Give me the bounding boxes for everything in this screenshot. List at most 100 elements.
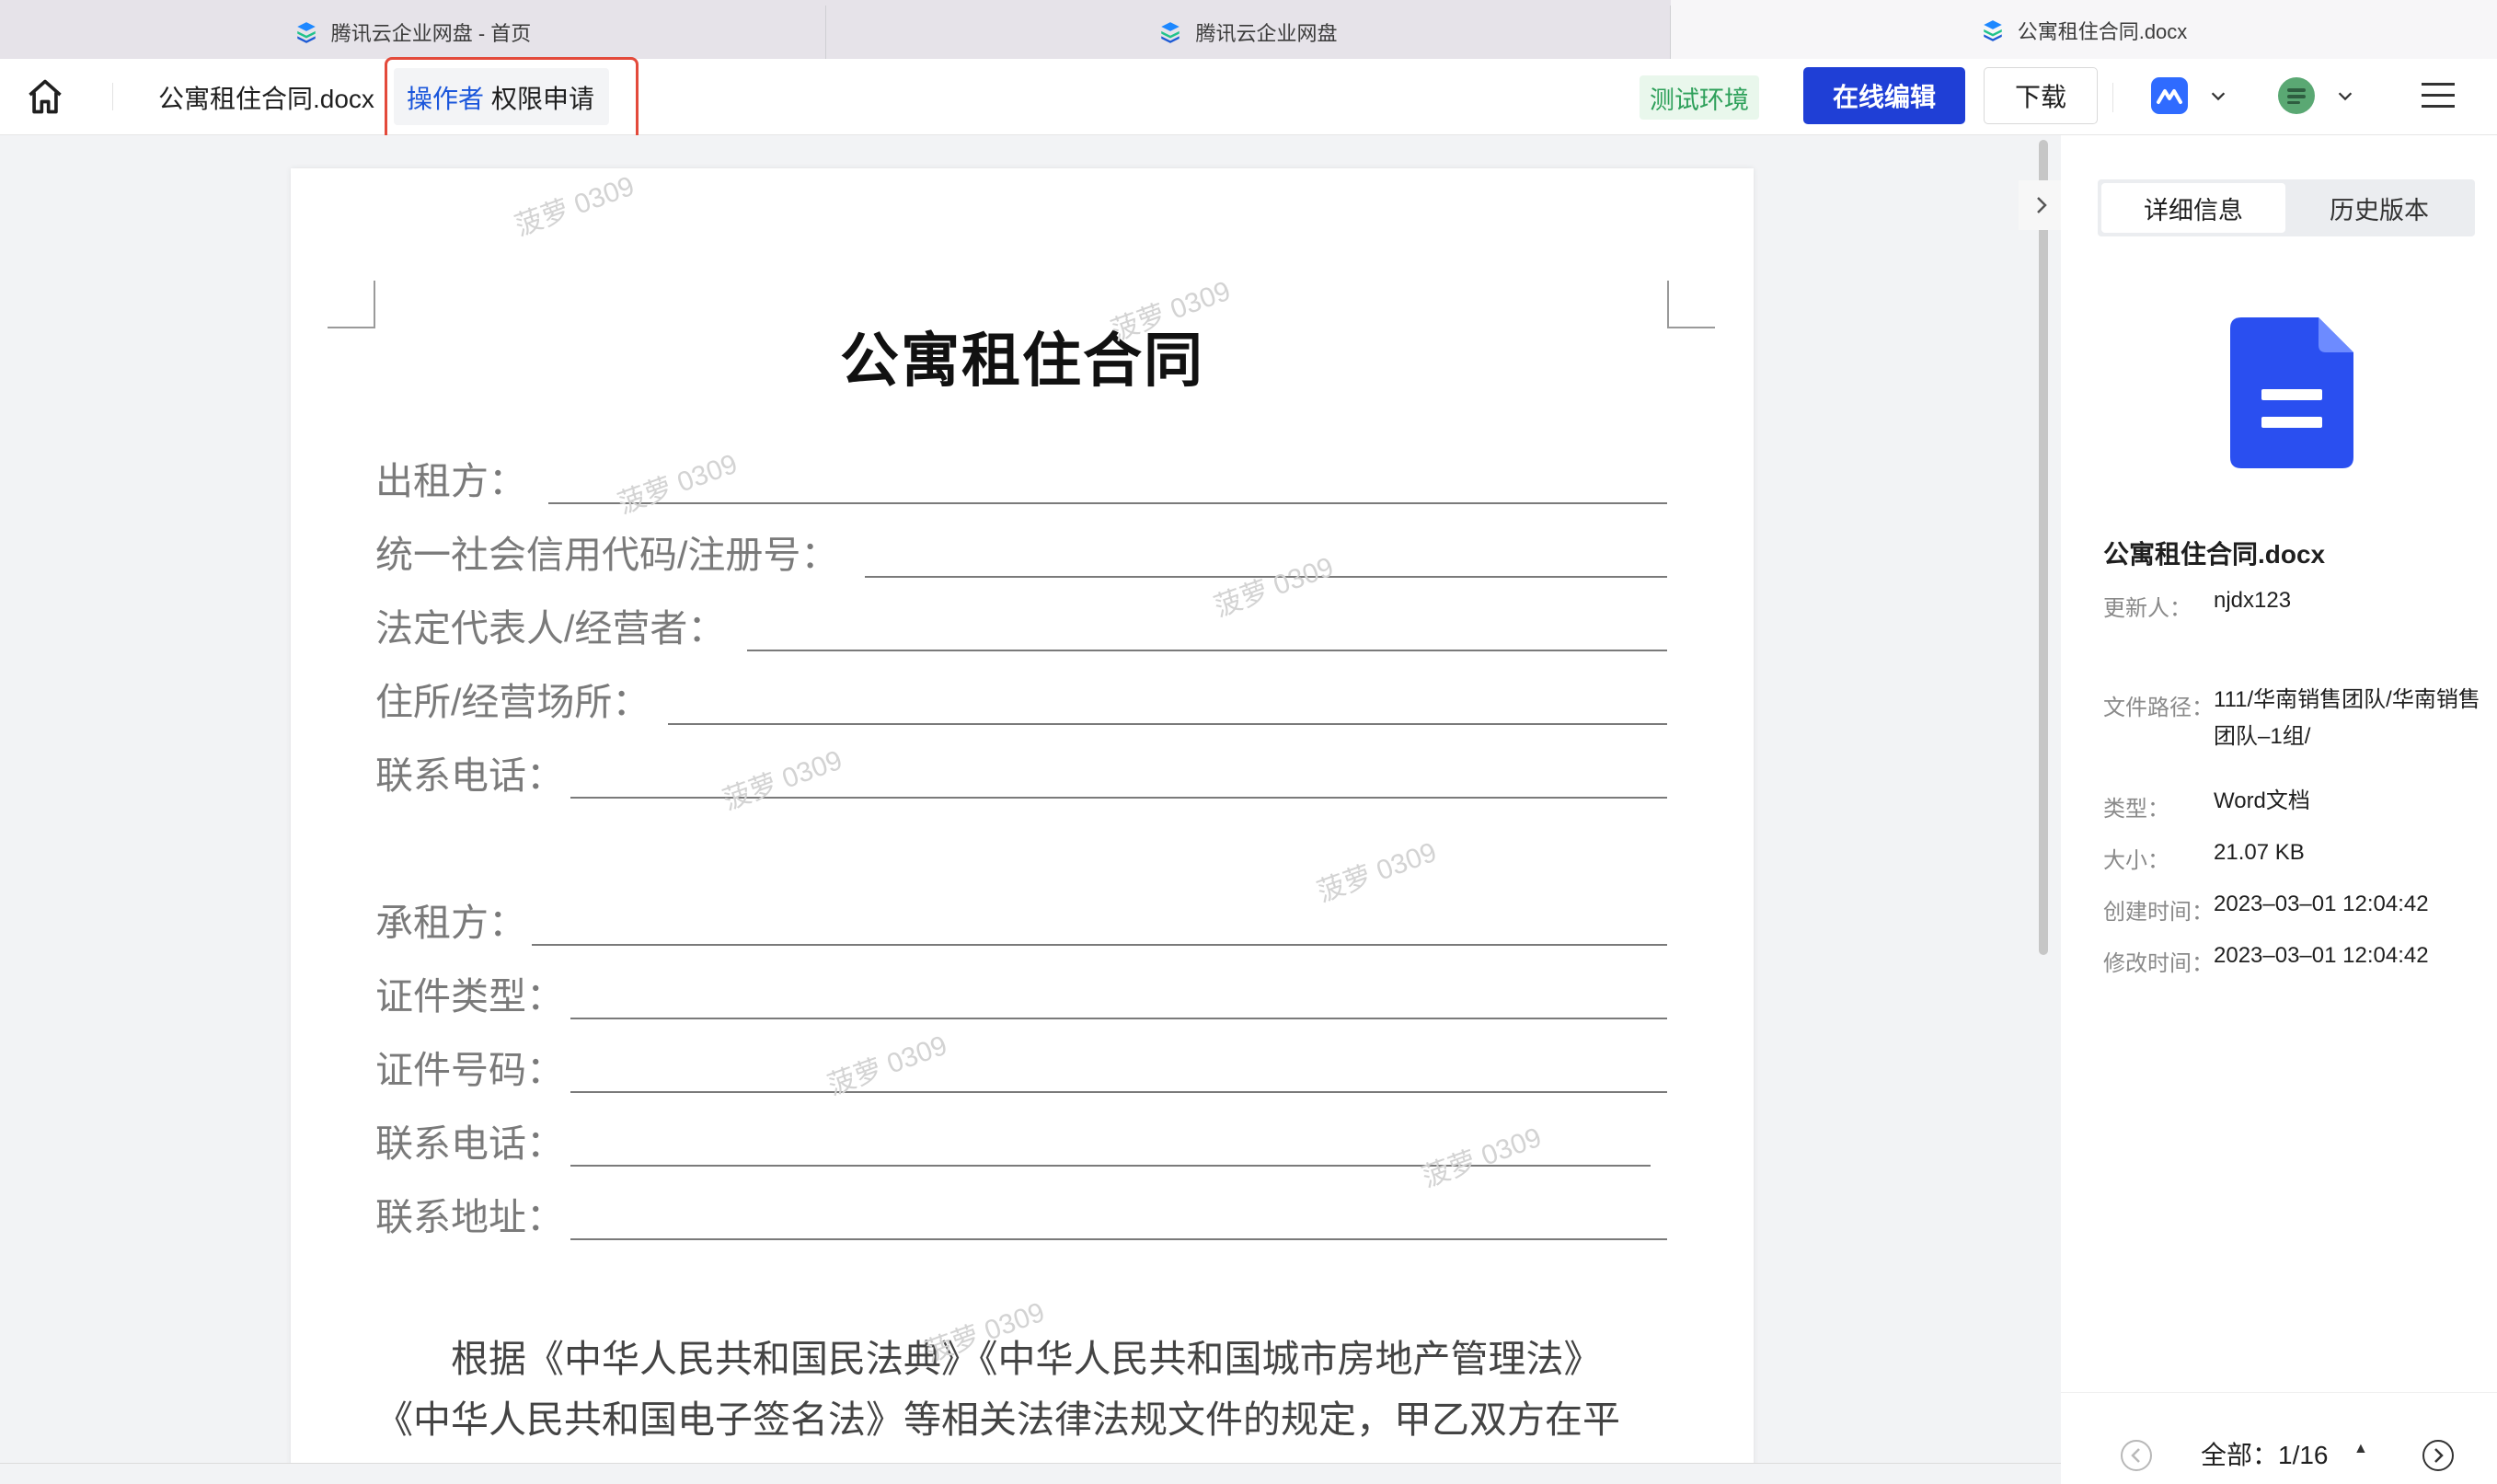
field-underline (570, 1091, 1667, 1093)
field-underline (548, 502, 1667, 504)
home-icon (29, 79, 62, 114)
field-label: 证件号码： (375, 1049, 564, 1091)
info-label: 创建时间： (2103, 900, 2214, 925)
field-underline (570, 1018, 1667, 1019)
home-button[interactable] (20, 72, 70, 121)
status-strip (0, 1463, 2061, 1484)
page-navigator: 全部：1/16 ▲ (2061, 1392, 2497, 1484)
info-value: 2023–03–01 12:04:42 (2214, 943, 2429, 968)
info-updater: 更新人： njdx123 (2103, 588, 2480, 622)
field-underline (532, 944, 1667, 946)
info-label: 修改时间： (2103, 951, 2214, 976)
app-toolbar: 公寓租住合同.docx 操作者 权限申请 测试环境 在线编辑 下载 (0, 57, 2497, 144)
vertical-scrollbar[interactable] (2039, 140, 2048, 955)
info-created: 创建时间： 2023–03–01 12:04:42 (2103, 892, 2480, 926)
chevron-down-icon (2338, 92, 2353, 101)
field-label: 住所/经营场所： (375, 681, 650, 723)
avatar (2278, 77, 2315, 114)
info-value: 2023–03–01 12:04:42 (2214, 892, 2429, 916)
form-field-row: 联系电话： (375, 1112, 564, 1168)
field-label: 联系电话： (375, 754, 564, 797)
browser-tab-drive[interactable]: 腾讯云企业网盘 (826, 6, 1671, 59)
tencent-cloud-drive-icon (1161, 22, 1180, 43)
watermark: 菠萝 0309 (511, 170, 639, 242)
browser-tab-bar: 腾讯云企业网盘 - 首页 腾讯云企业网盘 公寓租住合同.docx (0, 0, 2497, 60)
word-document-icon (2230, 317, 2353, 468)
watermark: 菠萝 0309 (1210, 551, 1338, 623)
field-underline (747, 650, 1667, 651)
field-label: 证件类型： (375, 975, 564, 1018)
info-value: 21.07 KB (2214, 840, 2305, 865)
body-paragraph-line: 根据《中华人民共和国民法典》《中华人民共和国城市房地产管理法》 (451, 1338, 1602, 1380)
page-count[interactable]: 全部：1/16 (2201, 1435, 2329, 1472)
permission-request-text: 权限申请 (491, 85, 595, 113)
form-field-row: 联系地址： (375, 1186, 564, 1241)
field-underline (570, 1238, 1667, 1240)
document-viewer[interactable]: 公寓租住合同 出租方： 统一社会信用代码/注册号： 法定代表人/经营者： 住所/… (0, 135, 2061, 1483)
form-field-row: 证件号码： (375, 1039, 564, 1094)
toolbar-divider (112, 83, 113, 110)
watermark: 菠萝 0309 (719, 744, 846, 816)
hamburger-menu-icon (2422, 83, 2455, 108)
info-type: 类型： Word文档 (2103, 788, 2480, 823)
browser-tab-home[interactable]: 腾讯云企业网盘 - 首页 (0, 6, 826, 59)
watermark: 菠萝 0309 (1418, 1122, 1546, 1193)
chevron-right-icon (2037, 197, 2047, 213)
watermark: 菠萝 0309 (614, 448, 742, 520)
document-title: 公寓租住合同.docx (158, 85, 374, 113)
info-value: 111/华南销售团队/华南销售团队–1组/ (2214, 687, 2480, 749)
info-size: 大小： 21.07 KB (2103, 840, 2480, 874)
field-underline (668, 723, 1667, 725)
tencent-meeting-icon (2151, 77, 2188, 114)
form-field-row: 证件类型： (375, 965, 564, 1020)
download-button[interactable]: 下载 (1984, 67, 2098, 124)
info-label: 文件路径： (2103, 696, 2214, 720)
info-value: njdx123 (2214, 588, 2292, 613)
app-switcher[interactable] (2149, 75, 2228, 116)
contract-title: 公寓租住合同 (840, 328, 1204, 394)
file-details-panel: 详细信息 历史版本 公寓租住合同.docx 更新人： njdx123 文件路径：… (2061, 135, 2497, 1484)
field-label: 联系电话： (375, 1122, 564, 1165)
form-field-row: 住所/经营场所： (375, 671, 650, 726)
field-label: 联系地址： (375, 1196, 564, 1238)
user-menu[interactable] (2276, 75, 2355, 116)
watermark: 菠萝 0309 (1313, 836, 1441, 908)
toolbar-divider (2112, 83, 2113, 112)
form-field-row: 统一社会信用代码/注册号： (375, 523, 838, 579)
tab-title: 腾讯云企业网盘 - 首页 (330, 22, 532, 45)
info-label: 更新人： (2103, 596, 2192, 621)
info-value: Word文档 (2214, 788, 2310, 813)
field-label: 统一社会信用代码/注册号： (375, 534, 839, 576)
form-field-row: 承租方： (375, 892, 526, 947)
tencent-cloud-drive-icon (1983, 19, 2002, 41)
body-paragraph-line: 《中华人民共和国电子签名法》等相关法律法规文件的规定，甲乙双方在平 (375, 1398, 1620, 1441)
tab-history[interactable]: 历史版本 (2287, 183, 2471, 233)
info-label: 大小： (2103, 848, 2169, 873)
info-path: 文件路径： 111/华南销售团队/华南销售团队–1组/ (2103, 687, 2480, 755)
field-label: 承租方： (375, 902, 526, 944)
field-label: 法定代表人/经营者： (375, 607, 726, 650)
form-field-row: 法定代表人/经营者： (375, 597, 725, 652)
browser-tab-document[interactable]: 公寓租住合同.docx (1671, 0, 2497, 60)
permission-request-label[interactable]: 操作者 权限申请 (407, 79, 594, 116)
file-name: 公寓租住合同.docx (2103, 540, 2326, 569)
form-field-row: 联系电话： (375, 744, 564, 800)
operator-label: 操作者 (407, 85, 485, 113)
field-label: 出租方： (375, 460, 526, 502)
online-edit-button[interactable]: 在线编辑 (1803, 67, 1965, 124)
tab-title: 腾讯云企业网盘 (1195, 22, 1338, 45)
tab-details[interactable]: 详细信息 (2101, 183, 2285, 233)
info-modified: 修改时间： 2023–03–01 12:04:42 (2103, 943, 2480, 977)
tencent-cloud-drive-icon (296, 22, 316, 43)
caret-up-icon[interactable]: ▲ (2353, 1441, 2368, 1457)
chevron-down-icon (2211, 92, 2226, 101)
tab-title: 公寓租住合同.docx (2017, 19, 2188, 43)
next-page-icon[interactable] (2422, 1439, 2455, 1472)
panel-tabs: 详细信息 历史版本 (2098, 179, 2475, 236)
info-label: 类型： (2103, 797, 2169, 822)
document-page: 公寓租住合同 出租方： 统一社会信用代码/注册号： 法定代表人/经营者： 住所/… (291, 168, 1754, 1483)
collapse-panel-button[interactable] (2019, 180, 2065, 230)
menu-button[interactable] (2420, 79, 2457, 112)
previous-page-icon[interactable] (2120, 1439, 2153, 1472)
env-badge: 测试环境 (1640, 75, 1759, 120)
